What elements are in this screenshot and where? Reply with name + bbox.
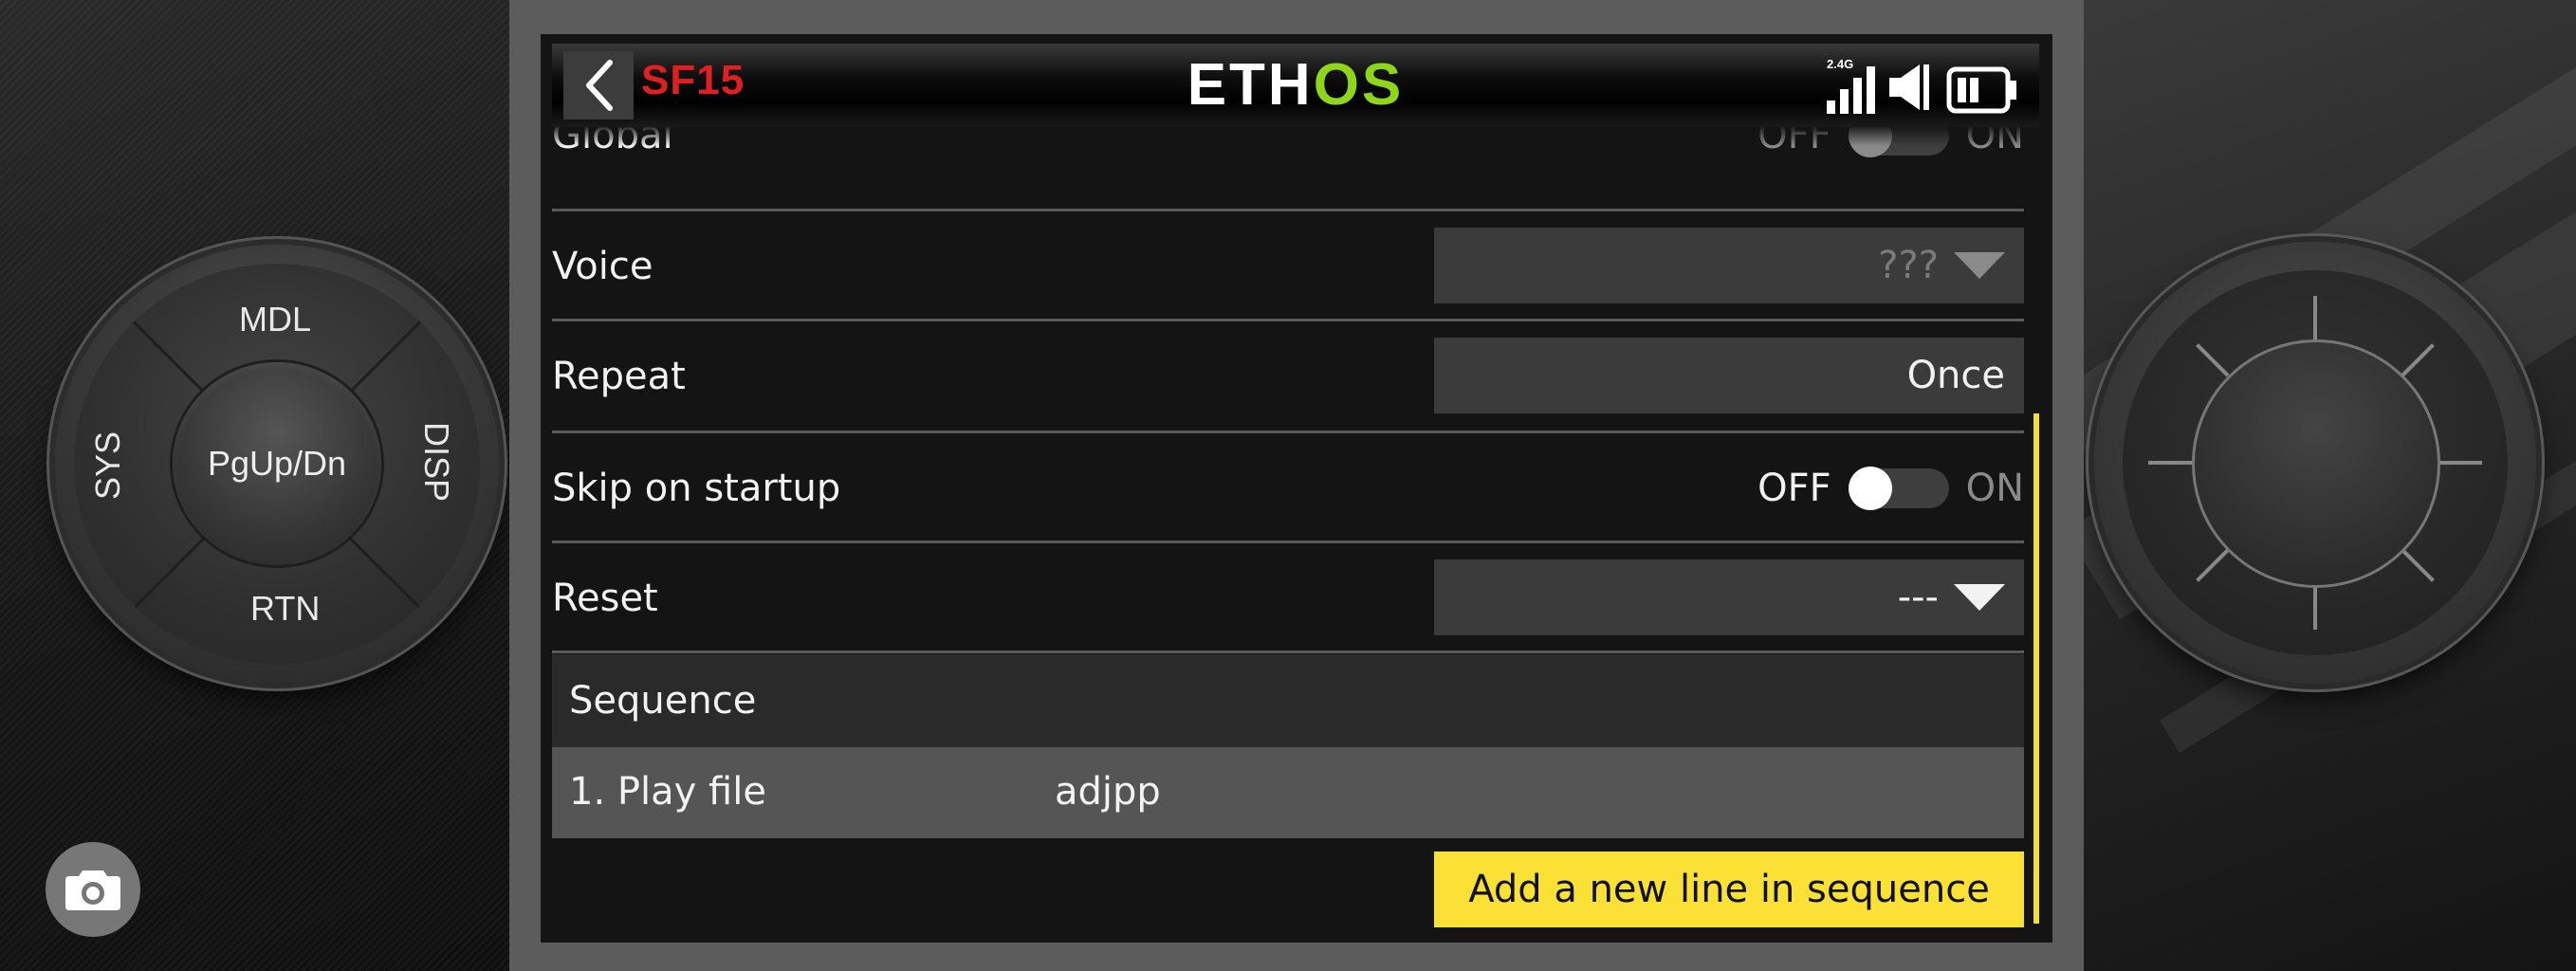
add-sequence-line-button[interactable]: Add a new line in sequence — [1434, 852, 2024, 927]
voice-label: Voice — [552, 245, 653, 288]
roller-knob[interactable] — [2192, 339, 2440, 588]
skip-on-startup-toggle[interactable]: OFF ON — [1757, 467, 2024, 510]
pgup-dn-label: PgUp/Dn — [207, 444, 347, 483]
scrollbar[interactable] — [2033, 413, 2039, 924]
lcd-screen: SF15 ETHOS 2.4G Voice ??? Repeat Once Sk… — [541, 34, 2052, 943]
voice-value: ??? — [1878, 244, 1939, 287]
roller-tick — [2401, 548, 2435, 582]
reset-label: Reset — [552, 577, 658, 620]
battery-icon — [1946, 66, 2016, 114]
sequence-item[interactable]: 1. Play file adjpp — [552, 747, 2024, 838]
skip-on-label: ON — [1965, 467, 2024, 510]
logo-part-2: OS — [1313, 52, 1405, 118]
back-button[interactable] — [563, 51, 634, 119]
row-divider — [552, 650, 2024, 653]
left-bezel: MDL RTN SYS DISP PgUp/Dn — [0, 0, 509, 971]
speaker-icon — [1889, 64, 1929, 110]
rtn-button[interactable]: RTN — [250, 589, 320, 629]
roller-tick — [2196, 343, 2230, 377]
status-icons: 2.4G — [1827, 57, 2018, 114]
logo-part-1: ETH — [1187, 52, 1314, 118]
reset-select[interactable]: --- — [1434, 559, 2024, 635]
sequence-item-value: adjpp — [1055, 770, 1161, 814]
skip-on-startup-row: Skip on startup OFF ON — [552, 432, 2024, 542]
signal-bars-icon: 2.4G — [1827, 57, 1876, 114]
scroll-shade — [541, 127, 2052, 146]
navigation-dpad: MDL RTN SYS DISP PgUp/Dn — [55, 245, 499, 683]
signal-bar — [1853, 78, 1862, 114]
screenshot-button[interactable] — [46, 842, 140, 937]
signal-bar — [1867, 66, 1875, 114]
sequence-title: Sequence — [569, 679, 757, 723]
signal-bar — [1840, 89, 1849, 114]
skip-on-startup-label: Skip on startup — [552, 467, 841, 510]
mdl-button[interactable]: MDL — [239, 300, 311, 339]
skip-off-label: OFF — [1757, 467, 1831, 510]
camera-icon — [65, 870, 120, 910]
roller-tick — [2438, 461, 2482, 465]
pgup-dn-button[interactable]: PgUp/Dn — [173, 362, 381, 565]
title-bar: SF15 ETHOS 2.4G — [552, 44, 2039, 127]
repeat-label: Repeat — [552, 355, 686, 398]
roller-tick — [2196, 548, 2230, 582]
repeat-select[interactable]: Once — [1434, 338, 2024, 413]
repeat-value: Once — [1906, 354, 2005, 397]
chevron-down-icon — [1954, 584, 2005, 611]
reset-value: --- — [1897, 576, 1939, 619]
chevron-down-icon — [1954, 252, 2005, 279]
skip-toggle-track — [1848, 467, 1949, 510]
roller-tick — [2148, 461, 2192, 465]
roller-tick — [2401, 343, 2435, 377]
roller-tick — [2313, 586, 2317, 630]
roller-tick — [2313, 296, 2317, 339]
model-name: SF15 — [641, 57, 745, 103]
disp-button[interactable]: DISP — [416, 422, 456, 502]
sequence-item-label: 1. Play file — [569, 770, 766, 814]
skip-toggle-knob — [1848, 467, 1892, 510]
sequence-header: Sequence — [552, 654, 2024, 747]
rf-band-label: 2.4G — [1827, 57, 1854, 71]
sys-button[interactable]: SYS — [88, 431, 128, 500]
signal-bar — [1827, 101, 1835, 114]
rotary-encoder[interactable] — [2094, 242, 2536, 684]
ethos-logo: ETHOS — [1187, 49, 1405, 121]
chevron-left-icon — [586, 60, 613, 111]
voice-select[interactable]: ??? — [1434, 228, 2024, 303]
